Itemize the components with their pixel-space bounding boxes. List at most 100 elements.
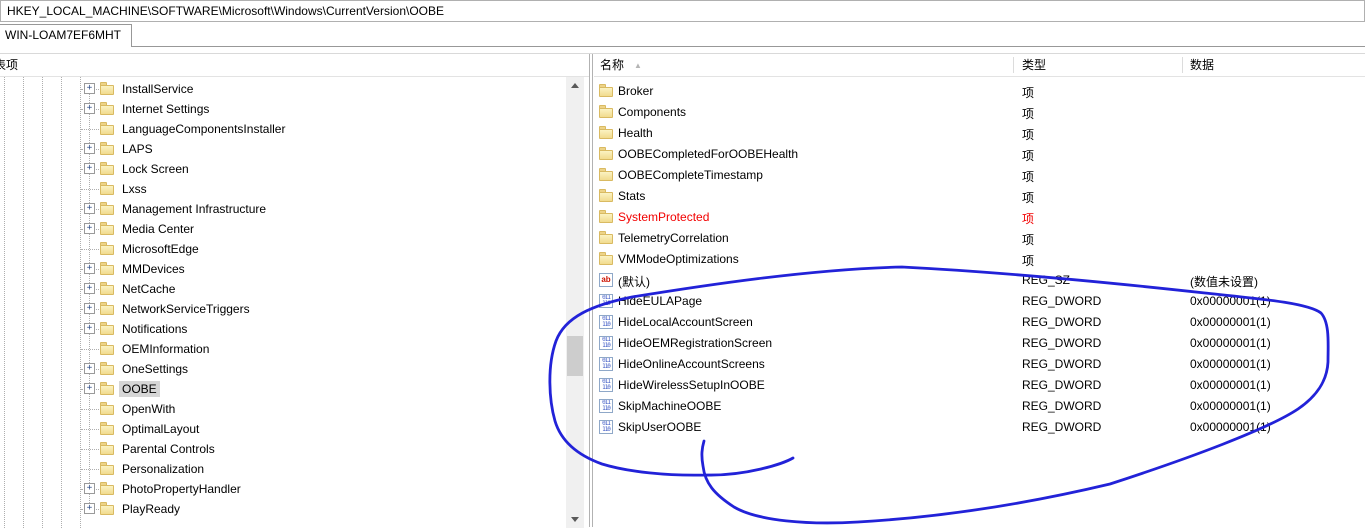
tree-vertical-scrollbar[interactable] (566, 77, 584, 528)
registry-values-list: Broker 项 Components 项 Health 项 OOBECompl… (594, 77, 1365, 527)
expand-plus-icon[interactable]: + (84, 323, 95, 334)
tree-row[interactable]: + Parental Controls (0, 439, 565, 459)
tree-row-label: OptimalLayout (119, 421, 202, 437)
expand-plus-icon[interactable]: + (84, 503, 95, 514)
tree-row[interactable]: + LAPS (0, 139, 565, 159)
expand-plus-icon[interactable]: + (84, 143, 95, 154)
tree-row[interactable]: + Management Infrastructure (0, 199, 565, 219)
reg-dword-icon: 011110 (599, 336, 613, 350)
tree-row[interactable]: + PlayReady (0, 499, 565, 519)
value-data: (数值未设置) (1190, 273, 1258, 290)
value-row[interactable]: OOBECompleteTimestamp 项 (594, 165, 1365, 186)
tree-row[interactable]: + NetCache (0, 279, 565, 299)
tree-row[interactable]: + Lock Screen (0, 159, 565, 179)
value-row[interactable]: 011110 SkipMachineOOBE REG_DWORD 0x00000… (594, 396, 1365, 417)
tree-connector (81, 129, 99, 130)
value-row[interactable]: Stats 项 (594, 186, 1365, 207)
subkey-folder-icon (599, 210, 614, 223)
tree-column-header[interactable]: 表项 (0, 54, 592, 77)
value-row[interactable]: VMModeOptimizations 项 (594, 249, 1365, 270)
tab-computer[interactable]: WIN-LOAM7EF6MHT (0, 24, 132, 47)
tree-row[interactable]: + Internet Settings (0, 99, 565, 119)
expand-plus-icon[interactable]: + (84, 203, 95, 214)
tree-row[interactable]: + Personalization (0, 459, 565, 479)
scrollbar-thumb[interactable] (567, 336, 583, 376)
folder-icon (100, 302, 115, 315)
sort-ascending-icon: ▲ (634, 61, 642, 70)
column-divider[interactable] (1013, 57, 1014, 73)
value-type: REG_DWORD (1022, 336, 1101, 350)
tree-row[interactable]: + OEMInformation (0, 339, 565, 359)
value-row[interactable]: OOBECompletedForOOBEHealth 项 (594, 144, 1365, 165)
value-row[interactable]: 011110 HideOnlineAccountScreens REG_DWOR… (594, 354, 1365, 375)
value-row[interactable]: 011110 HideLocalAccountScreen REG_DWORD … (594, 312, 1365, 333)
tab-bar: WIN-LOAM7EF6MHT (0, 22, 1365, 47)
value-type: REG_SZ (1022, 273, 1070, 287)
expand-plus-icon[interactable]: + (84, 223, 95, 234)
value-row[interactable]: Broker 项 (594, 81, 1365, 102)
tree-row-label: Internet Settings (119, 101, 212, 117)
value-row[interactable]: 011110 HideOEMRegistrationScreen REG_DWO… (594, 333, 1365, 354)
folder-icon (100, 482, 115, 495)
tree-row[interactable]: + OneSettings (0, 359, 565, 379)
scroll-down-button[interactable] (566, 511, 584, 528)
column-header-data[interactable]: 数据 (1190, 54, 1214, 76)
value-row[interactable]: 011110 HideEULAPage REG_DWORD 0x00000001… (594, 291, 1365, 312)
tree-row[interactable]: + PhotoPropertyHandler (0, 479, 565, 499)
value-row[interactable]: TelemetryCorrelation 项 (594, 228, 1365, 249)
value-type: 项 (1022, 231, 1034, 248)
tree-row[interactable]: + NetworkServiceTriggers (0, 299, 565, 319)
tree-row[interactable]: + OptimalLayout (0, 419, 565, 439)
expand-plus-icon[interactable]: + (84, 383, 95, 394)
value-row[interactable]: Health 项 (594, 123, 1365, 144)
value-name: Components (618, 105, 686, 119)
value-row[interactable]: 011110 HideWirelessSetupInOOBE REG_DWORD… (594, 375, 1365, 396)
registry-path-bar[interactable]: HKEY_LOCAL_MACHINE\SOFTWARE\Microsoft\Wi… (0, 0, 1365, 22)
tree-row[interactable]: + InstallService (0, 79, 565, 99)
value-row[interactable]: ab (默认) REG_SZ (数值未设置) (594, 270, 1365, 291)
value-type: 项 (1022, 210, 1034, 227)
value-type: 项 (1022, 252, 1034, 269)
tree-row[interactable]: + MMDevices (0, 259, 565, 279)
subkey-folder-icon (599, 84, 614, 97)
value-row[interactable]: 011110 SkipUserOOBE REG_DWORD 0x00000001… (594, 417, 1365, 438)
subkey-folder-icon (599, 168, 614, 181)
column-header-name-label: 名称 (600, 58, 624, 72)
expand-plus-icon[interactable]: + (84, 103, 95, 114)
expand-plus-icon[interactable]: + (84, 483, 95, 494)
tree-connector (81, 349, 99, 350)
tree-row[interactable]: + Media Center (0, 219, 565, 239)
value-name: VMModeOptimizations (618, 252, 739, 266)
tree-row[interactable]: + Lxss (0, 179, 565, 199)
tree-row-label: LanguageComponentsInstaller (119, 121, 288, 137)
folder-icon (100, 202, 115, 215)
folder-icon (100, 282, 115, 295)
tree-row[interactable]: + MicrosoftEdge (0, 239, 565, 259)
tree-row[interactable]: + OOBE (0, 379, 565, 399)
tree-connector (81, 449, 99, 450)
tree-row[interactable]: + Notifications (0, 319, 565, 339)
value-row[interactable]: SystemProtected 项 (594, 207, 1365, 228)
value-type: REG_DWORD (1022, 420, 1101, 434)
expand-plus-icon[interactable]: + (84, 263, 95, 274)
folder-icon (100, 122, 115, 135)
column-header-name[interactable]: 名称 ▲ (600, 54, 642, 78)
tree-row[interactable]: + LanguageComponentsInstaller (0, 119, 565, 139)
value-data: 0x00000001(1) (1190, 294, 1271, 308)
column-header-type[interactable]: 类型 (1022, 54, 1046, 76)
tree-row[interactable]: + OpenWith (0, 399, 565, 419)
folder-icon (100, 442, 115, 455)
subkey-folder-icon (599, 126, 614, 139)
expand-plus-icon[interactable]: + (84, 163, 95, 174)
value-row[interactable]: Components 项 (594, 102, 1365, 123)
column-divider[interactable] (1182, 57, 1183, 73)
reg-dword-icon: 011110 (599, 378, 613, 392)
expand-plus-icon[interactable]: + (84, 83, 95, 94)
expand-plus-icon[interactable]: + (84, 303, 95, 314)
expand-plus-icon[interactable]: + (84, 363, 95, 374)
value-name: (默认) (618, 273, 650, 290)
scroll-up-button[interactable] (566, 77, 584, 94)
pane-splitter[interactable] (589, 54, 593, 527)
expand-plus-icon[interactable]: + (84, 283, 95, 294)
subkey-folder-icon (599, 147, 614, 160)
